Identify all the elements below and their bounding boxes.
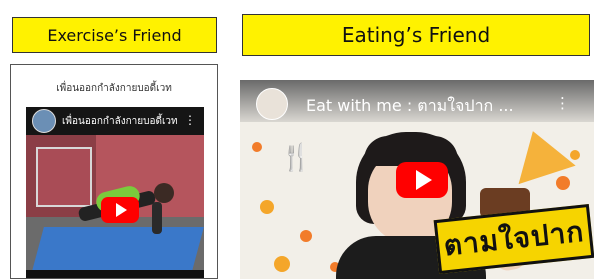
play-button[interactable]	[101, 197, 139, 223]
video-window-frame	[36, 147, 92, 207]
exercise-video-title[interactable]: เพื่อนออกกำลังกายบอดี้เวท	[62, 114, 178, 129]
orange-slice-decor	[274, 256, 290, 272]
more-vert-icon[interactable]: ⋮	[184, 114, 196, 126]
exercise-mat	[32, 227, 204, 271]
exercise-friend-header-label: Exercise’s Friend	[47, 25, 182, 45]
fork-knife-icon: 🍴	[280, 143, 313, 173]
exerciser-head	[154, 183, 174, 203]
eating-video-title[interactable]: Eat with me : ตามใจปาก ...	[306, 94, 514, 119]
exercise-video-title-bar: เพื่อนออกกำลังกายบอดี้เวท	[26, 107, 204, 135]
eating-video-player[interactable]: 🍴 Eat with me : ตามใจปาก ... ⋮ ตามใจปาก	[240, 80, 594, 279]
play-button[interactable]	[396, 162, 448, 198]
exercise-video-card: เพื่อนออกกำลังกายบอดี้เวท เพื่อนออกกำลัง…	[10, 64, 218, 279]
video-bottom-bar	[26, 270, 204, 278]
exercise-video-player[interactable]: เพื่อนออกกำลังกายบอดี้เวท ⋮	[26, 107, 204, 278]
exercise-video-caption: เพื่อนออกกำลังกายบอดี้เวท	[56, 83, 172, 94]
orange-slice-decor	[556, 176, 570, 190]
more-vert-icon[interactable]: ⋮	[555, 94, 570, 112]
channel-avatar[interactable]	[32, 109, 56, 133]
orange-slice-decor	[260, 200, 274, 214]
orange-slice-decor	[300, 230, 312, 242]
channel-avatar[interactable]	[256, 88, 288, 120]
play-icon	[416, 170, 432, 190]
play-icon	[116, 203, 127, 217]
eating-friend-header-label: Eating’s Friend	[341, 23, 491, 47]
title-stamp-text: ตามใจปาก	[442, 214, 586, 263]
eating-friend-header: Eating’s Friend	[242, 14, 590, 56]
pizza-slice-decor	[504, 121, 576, 185]
exerciser-arm	[152, 202, 162, 234]
orange-slice-decor	[252, 142, 262, 152]
exercise-friend-header: Exercise’s Friend	[12, 17, 217, 53]
